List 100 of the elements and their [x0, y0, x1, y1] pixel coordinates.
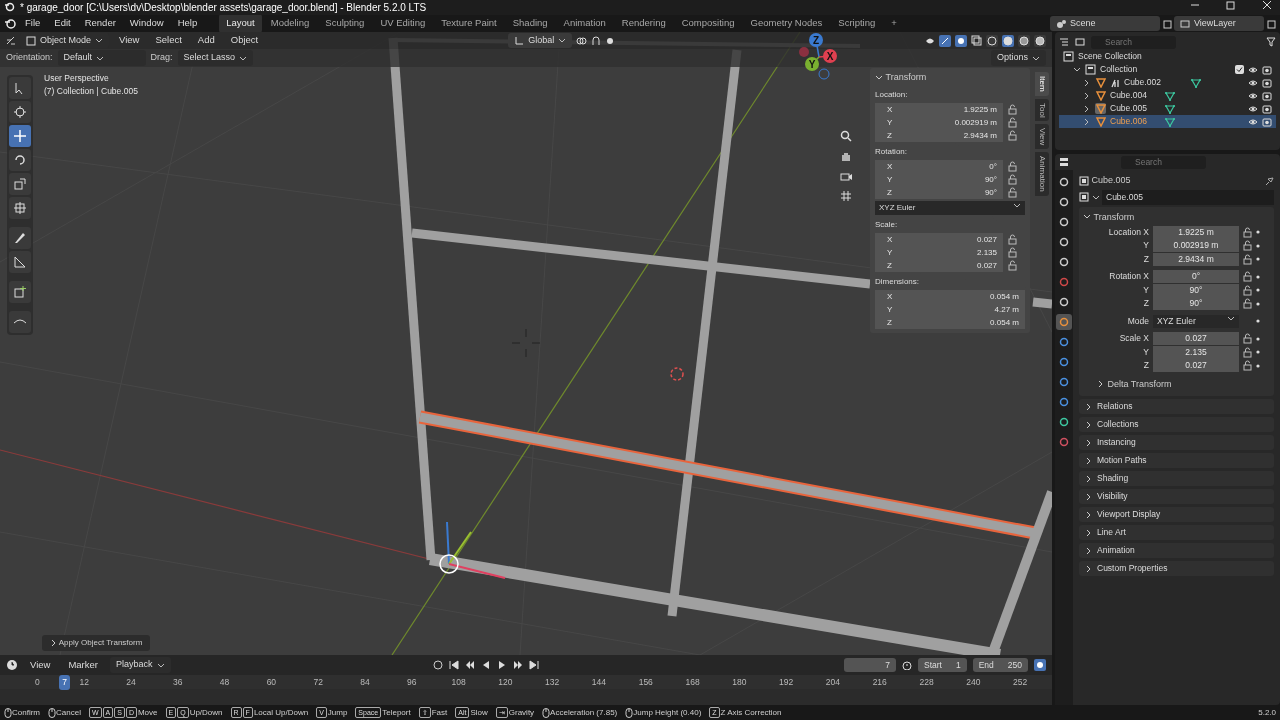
collapsed-panel[interactable]: Animation: [1079, 543, 1274, 559]
search-field[interactable]: Search: [1091, 35, 1176, 49]
curve-tool-button[interactable]: [9, 311, 31, 333]
camera-icon[interactable]: [1262, 90, 1272, 101]
orientation-dropdown[interactable]: Default: [57, 50, 146, 66]
camera-icon[interactable]: [1262, 77, 1272, 88]
playhead[interactable]: 7: [59, 675, 71, 690]
tree-row[interactable]: Cube.005: [1059, 102, 1276, 115]
collapsed-panel[interactable]: Motion Paths: [1079, 453, 1274, 469]
keyframe-dot-icon[interactable]: [1256, 350, 1260, 354]
lock-icon[interactable]: [1008, 246, 1017, 258]
number-field[interactable]: X 0.027: [875, 232, 1003, 246]
shading-mode-icon[interactable]: [986, 34, 998, 47]
end-frame-field[interactable]: End 250: [972, 657, 1028, 673]
collapsed-panel[interactable]: Viewport Display: [1079, 507, 1274, 523]
xray-icon[interactable]: [971, 35, 982, 46]
number-field[interactable]: 0.027: [1153, 359, 1239, 372]
workspace-tab[interactable]: UV Editing: [373, 14, 433, 33]
menu-item[interactable]: Select: [149, 32, 188, 49]
move-gizmo[interactable]: [439, 521, 506, 579]
lock-icon[interactable]: [1008, 116, 1017, 128]
name-field[interactable]: Cube.005: [1102, 190, 1274, 205]
menu-item[interactable]: Edit: [48, 15, 77, 32]
sidebar-tab[interactable]: View: [1035, 124, 1049, 150]
keyframe-dot-icon[interactable]: [1256, 319, 1260, 323]
lock-icon[interactable]: [1008, 160, 1017, 172]
checkbox-checked-icon[interactable]: [1235, 65, 1244, 74]
number-field[interactable]: 90°: [1153, 297, 1239, 310]
sidebar-tab[interactable]: Item: [1035, 72, 1049, 96]
transform-tool-button[interactable]: [9, 197, 31, 219]
chevron-icon[interactable]: [875, 74, 883, 82]
collapsed-panel[interactable]: Line Art: [1079, 525, 1274, 541]
menu-item[interactable]: Marker: [62, 656, 104, 674]
lock-icon[interactable]: [1243, 298, 1252, 309]
jump-start-icon[interactable]: [448, 660, 459, 670]
lock-icon[interactable]: [1008, 173, 1017, 185]
orientation-dropdown[interactable]: Global: [508, 32, 573, 49]
tree-row[interactable]: Cube.004: [1059, 89, 1276, 102]
measure-tool-button[interactable]: [9, 251, 31, 273]
number-field[interactable]: 90°: [1153, 283, 1239, 297]
filter-icon[interactable]: [1266, 37, 1276, 47]
add-cube-tool-button[interactable]: [9, 281, 31, 303]
menu-item[interactable]: View: [24, 656, 57, 674]
camera-icon[interactable]: [1262, 116, 1272, 127]
menu-item[interactable]: Add: [191, 32, 221, 49]
lock-icon[interactable]: [1243, 346, 1252, 358]
tree-row[interactable]: Collection: [1059, 63, 1276, 76]
collapsed-panel[interactable]: Custom Properties: [1079, 561, 1274, 577]
add-workspace-button[interactable]: +: [884, 14, 904, 33]
number-field[interactable]: X 1.9225 m: [875, 102, 1003, 116]
lock-icon[interactable]: [1243, 253, 1252, 265]
restore-icon[interactable]: [1226, 0, 1236, 10]
current-frame-field[interactable]: 7: [844, 657, 896, 673]
workspace-tab[interactable]: Compositing: [674, 14, 742, 33]
keyframe-dot-icon[interactable]: [1256, 243, 1260, 248]
lock-icon[interactable]: [1008, 259, 1017, 271]
number-field[interactable]: 2.135: [1153, 345, 1239, 359]
workspace-tab[interactable]: Shading: [505, 14, 555, 33]
blender-logo-icon[interactable]: [4, 17, 17, 30]
grid-icon[interactable]: [840, 190, 852, 202]
number-field[interactable]: 0.002919 m: [1153, 239, 1239, 252]
number-field[interactable]: X 0.054 m: [875, 289, 1025, 303]
play-icon[interactable]: [496, 660, 507, 670]
rotate-tool-button[interactable]: [9, 149, 31, 171]
chevron-down-icon[interactable]: [1073, 65, 1081, 74]
lock-icon[interactable]: [1008, 186, 1017, 198]
display-mode-icon[interactable]: [1075, 37, 1085, 47]
stopwatch-icon[interactable]: [902, 660, 912, 670]
previous-keyframe-icon[interactable]: [464, 660, 475, 670]
eye-icon[interactable]: [1248, 116, 1258, 127]
lock-icon[interactable]: [1008, 103, 1017, 115]
axis-handle[interactable]: [799, 47, 809, 57]
axis-handle[interactable]: Y: [805, 56, 820, 71]
number-field[interactable]: 2.9434 m: [1153, 252, 1239, 266]
number-field[interactable]: 0.027: [1153, 332, 1239, 345]
keyframe-dot-icon[interactable]: [1256, 288, 1260, 292]
workspace-tab[interactable]: Rendering: [614, 14, 673, 33]
workspace-tab[interactable]: Modeling: [263, 14, 317, 33]
camera-icon[interactable]: [840, 170, 852, 182]
playback-dropdown[interactable]: Playback: [110, 657, 171, 673]
object-tab[interactable]: [1056, 314, 1072, 330]
shading-mode-icon[interactable]: [1002, 34, 1014, 47]
shading-mode-icon[interactable]: [1034, 34, 1046, 47]
lock-icon[interactable]: [1243, 284, 1252, 296]
menu-item[interactable]: Help: [171, 15, 204, 32]
zoom-icon[interactable]: [840, 130, 852, 142]
outliner-type-icon[interactable]: [1059, 37, 1069, 47]
workspace-tab[interactable]: Texture Paint: [434, 14, 504, 33]
workspace-tab[interactable]: Animation: [556, 14, 613, 33]
lock-icon[interactable]: [1008, 129, 1017, 141]
cursor-tool-button[interactable]: [9, 101, 31, 123]
view-layer-selector[interactable]: ViewLayer: [1174, 15, 1264, 32]
workspace-tab[interactable]: Sculpting: [318, 14, 372, 33]
collapsed-panel[interactable]: Instancing: [1079, 435, 1274, 451]
eye-icon[interactable]: [1248, 103, 1258, 114]
annotate-tool-button[interactable]: [9, 227, 31, 249]
tree-row[interactable]: Cube.006: [1059, 115, 1276, 128]
menu-item[interactable]: View: [113, 32, 146, 49]
eye-icon[interactable]: [1248, 90, 1258, 101]
eye-icon[interactable]: [1248, 64, 1258, 75]
